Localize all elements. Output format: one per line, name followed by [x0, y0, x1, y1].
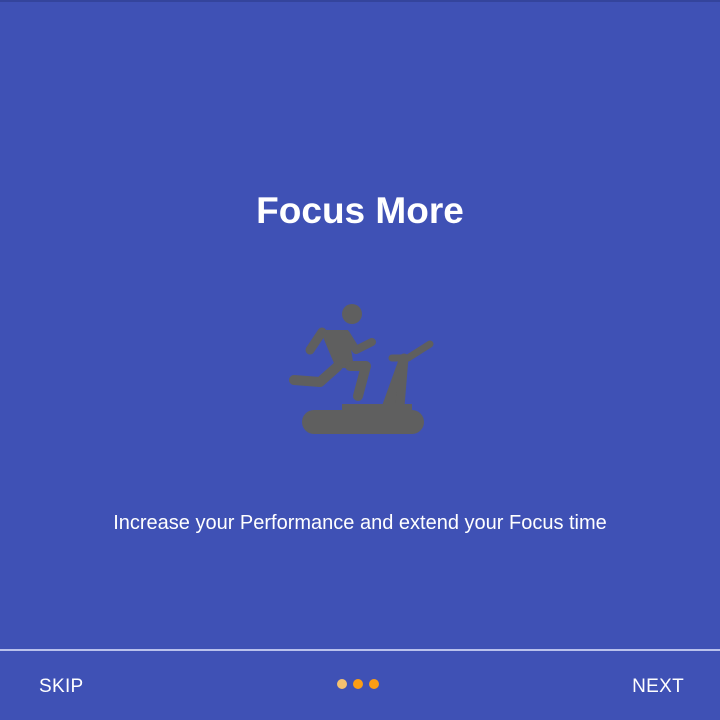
page-dot-1[interactable] — [337, 679, 347, 689]
treadmill-runner-icon — [289, 304, 434, 434]
page-indicator — [337, 679, 379, 691]
status-edge — [0, 0, 720, 2]
slide-description: Increase your Performance and extend you… — [113, 512, 607, 534]
onboarding-screen: Focus More Increase your Performance and… — [0, 0, 720, 720]
skip-button[interactable]: SKIP — [39, 651, 84, 720]
next-button[interactable]: NEXT — [632, 651, 684, 720]
page-dot-2[interactable] — [353, 679, 363, 689]
slide-title: Focus More — [256, 190, 464, 231]
bottom-nav-bar: SKIP NEXT — [0, 651, 720, 720]
page-dot-3[interactable] — [369, 679, 379, 689]
